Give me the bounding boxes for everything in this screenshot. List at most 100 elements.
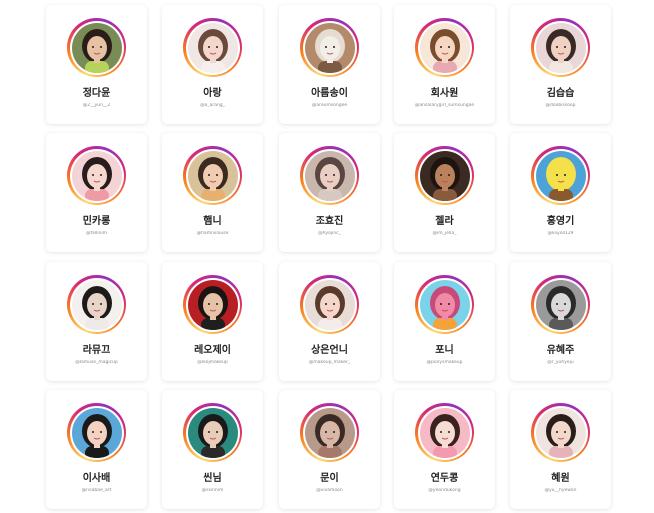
profile-card[interactable]: 정다윤 @2__yun__2	[46, 5, 147, 124]
profile-card[interactable]: 조효진 @hyojinc_	[279, 133, 380, 252]
profile-name: 정다윤	[82, 88, 111, 99]
profile-handle: @r_yuhyeju	[547, 360, 574, 365]
ring-inner	[302, 20, 357, 75]
profile-card[interactable]: 회사원 @ansalarygirl_sumsungae	[394, 5, 495, 124]
profile-name: 젤라	[435, 216, 454, 227]
profile-name: 아름송이	[311, 88, 348, 99]
story-ring	[531, 146, 590, 205]
avatar[interactable]	[304, 279, 355, 330]
avatar[interactable]	[71, 150, 122, 201]
profile-name: 혜원	[551, 473, 570, 484]
profile-name: 회사원	[430, 88, 459, 99]
avatar[interactable]	[187, 150, 238, 201]
ring-inner	[533, 405, 588, 460]
profile-card[interactable]: 이사배 @risabae_art	[46, 390, 147, 509]
ring-inner	[185, 20, 240, 75]
ring-inner	[69, 20, 124, 75]
profile-handle: @ponysmakeup	[426, 360, 463, 365]
avatar[interactable]	[419, 279, 470, 330]
story-ring	[300, 18, 359, 77]
profile-handle: @hamniilouse	[196, 231, 229, 236]
profile-card[interactable]: 민카롱 @fallinim	[46, 133, 147, 252]
profile-handle: @makeup_maker_	[308, 360, 351, 365]
profile-handle: @risabae_art	[81, 488, 112, 493]
profile-card[interactable]: 유혜주 @r_yuhyeju	[510, 262, 611, 381]
ring-inner	[533, 20, 588, 75]
story-ring	[183, 146, 242, 205]
profile-name: 연두콩	[430, 473, 459, 484]
avatar[interactable]	[71, 22, 122, 73]
profile-card[interactable]: 홍영기 @kiiyoll129	[510, 133, 611, 252]
story-ring	[67, 146, 126, 205]
avatar[interactable]	[187, 22, 238, 73]
profile-handle: @hyojinc_	[318, 231, 341, 236]
profile-card[interactable]: 혜원 @yu__hyewon	[510, 390, 611, 509]
ring-inner	[185, 405, 240, 460]
avatar[interactable]	[419, 407, 470, 458]
profile-card[interactable]: 레오제이 @leojmakeup	[162, 262, 263, 381]
profile-handle: @ansalarygirl_sumsungae	[414, 103, 475, 108]
profile-name: 조효진	[315, 216, 344, 227]
avatar[interactable]	[535, 407, 586, 458]
story-ring	[531, 275, 590, 334]
avatar[interactable]	[535, 22, 586, 73]
avatar[interactable]	[304, 407, 355, 458]
profile-name: 상은언니	[311, 345, 348, 356]
story-ring	[415, 18, 474, 77]
avatar[interactable]	[419, 150, 470, 201]
avatar[interactable]	[535, 279, 586, 330]
profile-handle: @areumsongee	[311, 103, 348, 108]
ring-inner	[69, 148, 124, 203]
ring-inner	[69, 405, 124, 460]
profile-grid: 정다윤 @2__yun__2 아랑 @a_arang_ 아름송이 @areumsongee…	[0, 0, 654, 513]
profile-name: 홍영기	[546, 216, 575, 227]
avatar[interactable]	[419, 22, 470, 73]
profile-handle: @fallinim	[85, 231, 108, 236]
ring-inner	[302, 405, 357, 460]
ring-inner	[185, 277, 240, 332]
story-ring	[183, 403, 242, 462]
profile-card[interactable]: 포니 @ponysmakeup	[394, 262, 495, 381]
profile-card[interactable]: 씬님 @ssinnim	[162, 390, 263, 509]
avatar[interactable]	[304, 22, 355, 73]
avatar[interactable]	[187, 407, 238, 458]
profile-card[interactable]: 아랑 @a_arang_	[162, 5, 263, 124]
profile-card[interactable]: 아름송이 @areumsongee	[279, 5, 380, 124]
ring-inner	[302, 277, 357, 332]
ring-inner	[69, 277, 124, 332]
profile-name: 햄니	[203, 216, 222, 227]
avatar[interactable]	[187, 279, 238, 330]
story-ring	[415, 403, 474, 462]
profile-handle: @2__yun__2	[82, 103, 111, 108]
ring-inner	[185, 148, 240, 203]
ring-inner	[533, 148, 588, 203]
profile-handle: @yeondukong	[428, 488, 461, 493]
profile-handle: @im_jella_	[432, 231, 457, 236]
profile-name: 씬님	[203, 473, 222, 484]
profile-card[interactable]: 상은언니 @makeup_maker_	[279, 262, 380, 381]
profile-card[interactable]: 햄니 @hamniilouse	[162, 133, 263, 252]
ring-inner	[417, 148, 472, 203]
profile-card[interactable]: 김습습 @doobissoop	[510, 5, 611, 124]
story-ring	[531, 18, 590, 77]
avatar[interactable]	[535, 150, 586, 201]
story-ring	[67, 403, 126, 462]
story-ring	[183, 275, 242, 334]
story-ring	[531, 403, 590, 462]
profile-handle: @leojmakeup	[197, 360, 228, 365]
story-ring	[67, 18, 126, 77]
ring-inner	[533, 277, 588, 332]
ring-inner	[302, 148, 357, 203]
avatar[interactable]	[304, 150, 355, 201]
profile-name: 이사배	[82, 473, 111, 484]
profile-handle: @ssinnim	[201, 488, 224, 493]
avatar[interactable]	[71, 407, 122, 458]
profile-card[interactable]: 문이 @vivamoon	[279, 390, 380, 509]
profile-name: 김습습	[546, 88, 575, 99]
profile-card[interactable]: 연두콩 @yeondukong	[394, 390, 495, 509]
profile-handle: @kiiyoll129	[547, 231, 574, 236]
profile-name: 문이	[320, 473, 339, 484]
avatar[interactable]	[71, 279, 122, 330]
profile-card[interactable]: 젤라 @im_jella_	[394, 133, 495, 252]
profile-card[interactable]: 라뮤끄 @lamuse_magicup	[46, 262, 147, 381]
